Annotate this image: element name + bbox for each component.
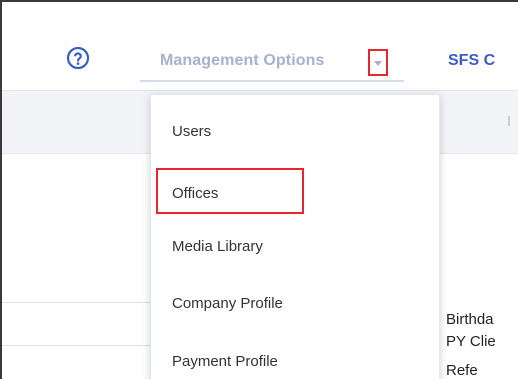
menu-item-company-profile[interactable]: Company Profile: [172, 295, 283, 312]
menu-item-media-library[interactable]: Media Library: [172, 238, 263, 255]
chevron-down-icon[interactable]: [374, 61, 382, 66]
dropdown-toggle-highlight[interactable]: [368, 49, 388, 76]
row-divider: [2, 345, 150, 346]
management-options-menu[interactable]: Management Options: [140, 46, 404, 82]
background-text: Refe: [446, 362, 478, 379]
background-text: PY Clie: [446, 333, 496, 350]
background-text: Birthda: [446, 311, 494, 328]
question-circle-icon[interactable]: [66, 46, 90, 70]
row-divider: [2, 302, 150, 303]
management-options-label[interactable]: Management Options: [160, 52, 324, 70]
menu-item-users[interactable]: Users: [172, 123, 211, 140]
menu-item-payment-profile[interactable]: Payment Profile: [172, 353, 278, 370]
top-nav-bar: Management Options SFS C: [2, 2, 518, 90]
sfs-menu-label[interactable]: SFS C: [448, 52, 495, 70]
sub-header-marker: [508, 116, 510, 126]
management-options-dropdown: Users Offices Media Library Company Prof…: [150, 94, 440, 379]
menu-item-offices[interactable]: Offices: [172, 185, 218, 202]
